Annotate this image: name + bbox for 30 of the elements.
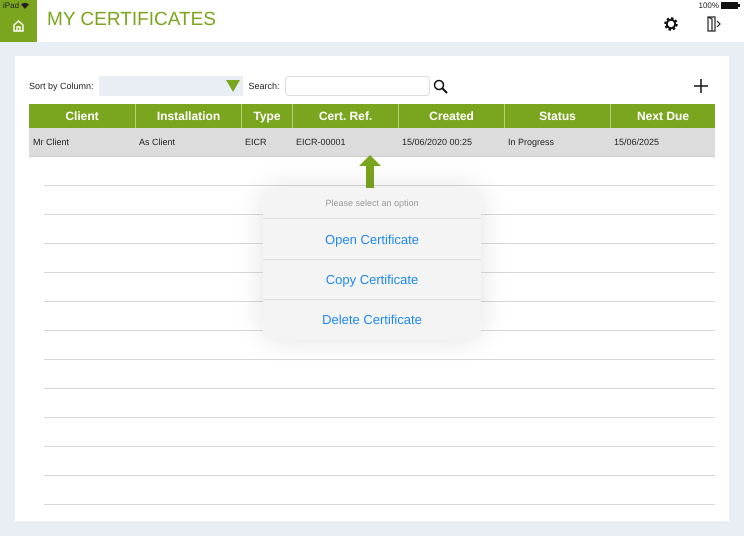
column-header[interactable]: Client (29, 104, 135, 128)
table-cell-text: As Client (138, 136, 176, 149)
pointer-arrow-icon (359, 155, 381, 188)
table-cell-text: EICR-00001 (295, 136, 347, 149)
home-icon (12, 19, 25, 32)
wifi-icon (21, 2, 30, 9)
battery-percent: 100% (698, 1, 719, 10)
exit-door-icon (707, 16, 722, 32)
search-icon (432, 78, 448, 94)
popover-option[interactable]: Open Certificate (263, 219, 481, 259)
table-cell-text: EICR (244, 136, 268, 149)
table-cell-text: Mr Client (32, 136, 70, 149)
add-icon[interactable] (694, 79, 708, 93)
device-label: iPad (3, 1, 20, 10)
home-button[interactable] (0, 0, 37, 42)
settings-icon (663, 16, 679, 32)
table-row[interactable]: Mr Client As Client EICR EICR-00001 15/06/2020 00:25 In Progress 15/06/2025 (29, 128, 715, 157)
table-cell-text: 15/06/2025 (613, 136, 660, 149)
popover-title: Please select an option (263, 188, 481, 219)
search-field[interactable] (284, 76, 430, 96)
logout-button[interactable] (707, 14, 722, 34)
table-cell-text: 15/06/2020 00:25 (401, 136, 474, 149)
table-cell-text: In Progress (507, 136, 556, 149)
popover-option[interactable]: Delete Certificate (263, 299, 481, 339)
popover-option[interactable]: Copy Certificate (263, 259, 481, 299)
battery-icon (721, 2, 740, 9)
dropdown-arrow-icon (226, 80, 240, 92)
page-title: MY CERTIFICATES (47, 9, 216, 31)
search-label: Search: (248, 81, 280, 91)
sort-label: Sort by Column: (29, 81, 94, 91)
